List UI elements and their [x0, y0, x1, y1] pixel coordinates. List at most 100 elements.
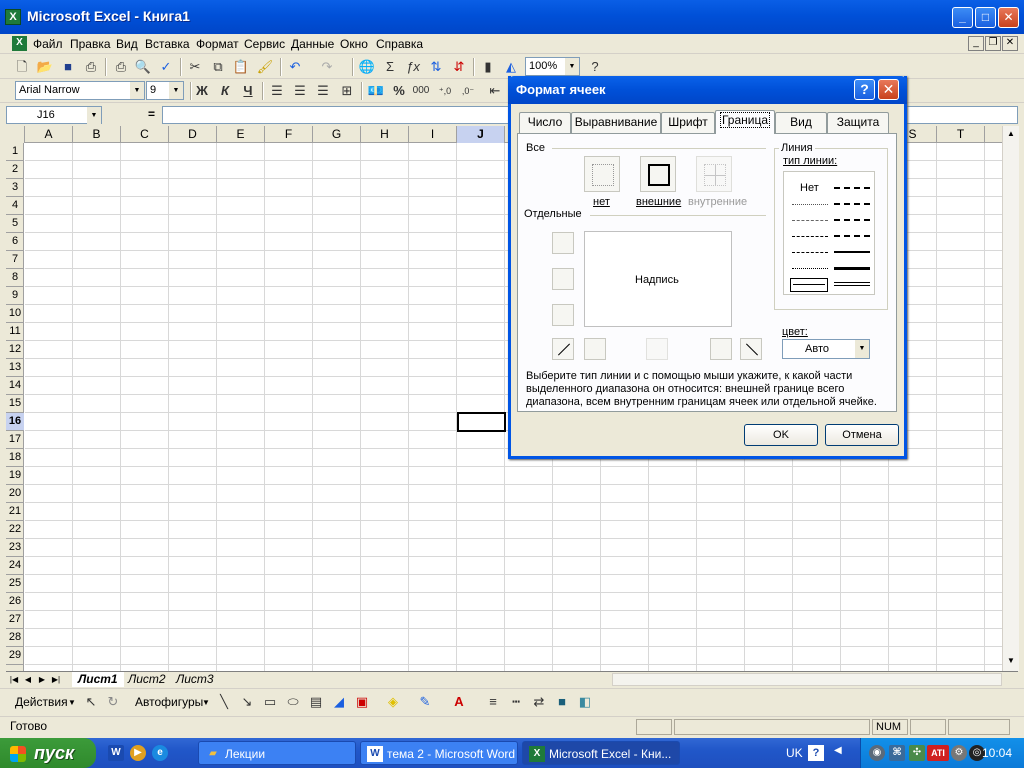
- last-sheet-icon[interactable]: ▶|: [50, 673, 62, 686]
- row-header[interactable]: 24: [6, 557, 24, 575]
- row-header[interactable]: 13: [6, 359, 24, 377]
- line-style-item[interactable]: [792, 220, 828, 221]
- tray-tool-icon[interactable]: ✣: [909, 745, 925, 761]
- line-icon[interactable]: ╲: [215, 693, 233, 711]
- format-painter-icon[interactable]: 🖌: [256, 58, 274, 76]
- row-header[interactable]: 4: [6, 197, 24, 215]
- bold-button[interactable]: Ж: [193, 82, 211, 100]
- task-excel[interactable]: X Microsoft Excel - Кни...: [522, 741, 680, 765]
- minimize-button[interactable]: _: [952, 7, 973, 28]
- line-style-none[interactable]: Нет: [800, 182, 819, 194]
- line-style-icon[interactable]: ≡: [484, 693, 502, 711]
- actions-menu[interactable]: Действия: [15, 695, 68, 709]
- clipart-icon[interactable]: ▣: [353, 693, 371, 711]
- row-header[interactable]: 22: [6, 521, 24, 539]
- sort-ascending-icon[interactable]: ⇅: [427, 58, 445, 76]
- select-pointer-icon[interactable]: ↖: [82, 693, 100, 711]
- arrow-style-icon[interactable]: ⇄: [530, 693, 548, 711]
- currency-icon[interactable]: 💶: [367, 82, 385, 100]
- column-header[interactable]: A: [25, 126, 73, 143]
- menu-tools[interactable]: Сервис: [244, 37, 285, 51]
- row-header[interactable]: 10: [6, 305, 24, 323]
- menu-view[interactable]: Вид: [116, 37, 138, 51]
- dialog-title-bar[interactable]: Формат ячеек ? ✕: [508, 76, 907, 104]
- row-header[interactable]: 26: [6, 593, 24, 611]
- open-icon[interactable]: 📂: [36, 58, 54, 76]
- align-right-icon[interactable]: ☰: [314, 82, 332, 100]
- arrow-icon[interactable]: ↘: [238, 693, 256, 711]
- column-header[interactable]: H: [361, 126, 409, 143]
- next-sheet-icon[interactable]: ▶: [36, 673, 48, 686]
- function-icon[interactable]: ƒx: [404, 58, 422, 76]
- row-header[interactable]: 19: [6, 467, 24, 485]
- redo-icon[interactable]: ↷: [318, 58, 336, 76]
- italic-button[interactable]: К: [216, 82, 234, 100]
- menu-window[interactable]: Окно: [340, 37, 368, 51]
- row-header[interactable]: 27: [6, 611, 24, 629]
- line-style-item[interactable]: [834, 203, 870, 205]
- chevron-down-icon[interactable]: ▼: [202, 698, 210, 707]
- print-icon[interactable]: ⎙: [112, 58, 130, 76]
- copy-icon[interactable]: ⧉: [209, 58, 227, 76]
- menu-format[interactable]: Формат: [196, 37, 239, 51]
- tab-alignment[interactable]: Выравнивание: [571, 112, 661, 133]
- column-header[interactable]: C: [121, 126, 169, 143]
- language-indicator[interactable]: UK: [786, 746, 803, 760]
- menu-help[interactable]: Справка: [376, 37, 423, 51]
- ati-icon[interactable]: ATI: [927, 745, 949, 761]
- name-box[interactable]: J16 ▼: [6, 106, 102, 124]
- select-all-corner[interactable]: [6, 126, 25, 143]
- print-preview-icon[interactable]: 🔍: [134, 58, 152, 76]
- sheet-tab-2[interactable]: Лист2: [122, 672, 172, 687]
- new-icon[interactable]: 🗋: [13, 58, 31, 76]
- chart-wizard-icon[interactable]: ▮: [479, 58, 497, 76]
- wordart-icon[interactable]: ◢: [330, 693, 348, 711]
- sheet-tab-1[interactable]: Лист1: [72, 672, 124, 687]
- preset-inside-button[interactable]: [696, 156, 732, 192]
- column-header[interactable]: E: [217, 126, 265, 143]
- menu-data[interactable]: Данные: [291, 37, 334, 51]
- oval-icon[interactable]: ⬭: [284, 693, 302, 711]
- border-middle-v-button[interactable]: [646, 338, 668, 360]
- thousands-button[interactable]: 000: [412, 82, 430, 100]
- row-header[interactable]: 23: [6, 539, 24, 557]
- row-header[interactable]: 16: [6, 413, 24, 431]
- column-header[interactable]: I: [409, 126, 457, 143]
- font-select[interactable]: Arial Narrow ▼: [15, 81, 145, 100]
- prev-sheet-icon[interactable]: ◀: [22, 673, 34, 686]
- line-style-item[interactable]: [834, 267, 870, 270]
- scroll-down-icon[interactable]: ▼: [1004, 654, 1018, 668]
- column-header[interactable]: F: [265, 126, 313, 143]
- line-style-double[interactable]: [834, 282, 870, 286]
- column-header[interactable]: T: [937, 126, 985, 143]
- line-style-selected[interactable]: [790, 278, 828, 292]
- 3d-icon[interactable]: ◧: [576, 693, 594, 711]
- border-middle-h-button[interactable]: [552, 268, 574, 290]
- column-header[interactable]: D: [169, 126, 217, 143]
- dialog-close-button[interactable]: ✕: [878, 79, 899, 100]
- chevron-down-icon[interactable]: ▼: [87, 107, 101, 124]
- border-diagonal-down-button[interactable]: [740, 338, 762, 360]
- row-header[interactable]: 18: [6, 449, 24, 467]
- border-diagonal-up-button[interactable]: [552, 338, 574, 360]
- row-header[interactable]: 1: [6, 143, 24, 161]
- row-header[interactable]: 15: [6, 395, 24, 413]
- decrease-indent-icon[interactable]: ⇤: [486, 82, 504, 100]
- size-select[interactable]: 9 ▼: [146, 81, 184, 100]
- chevron-down-icon[interactable]: ▼: [68, 698, 76, 707]
- row-header[interactable]: 29: [6, 647, 24, 665]
- chevron-down-icon[interactable]: ▼: [169, 82, 183, 99]
- percent-button[interactable]: %: [390, 82, 408, 100]
- autoshapes-menu[interactable]: Автофигуры: [135, 695, 203, 709]
- maximize-button[interactable]: □: [975, 7, 996, 28]
- task-word[interactable]: Wтема 2 - Microsoft Word: [360, 741, 518, 765]
- row-header[interactable]: 14: [6, 377, 24, 395]
- horizontal-scrollbar[interactable]: [612, 673, 1002, 686]
- preset-none-button[interactable]: [584, 156, 620, 192]
- line-style-item[interactable]: [834, 219, 870, 221]
- row-header[interactable]: 25: [6, 575, 24, 593]
- close-button[interactable]: ✕: [998, 7, 1019, 28]
- border-right-button[interactable]: [710, 338, 732, 360]
- spelling-icon[interactable]: ✓: [157, 58, 175, 76]
- tab-font[interactable]: Шрифт: [661, 112, 715, 133]
